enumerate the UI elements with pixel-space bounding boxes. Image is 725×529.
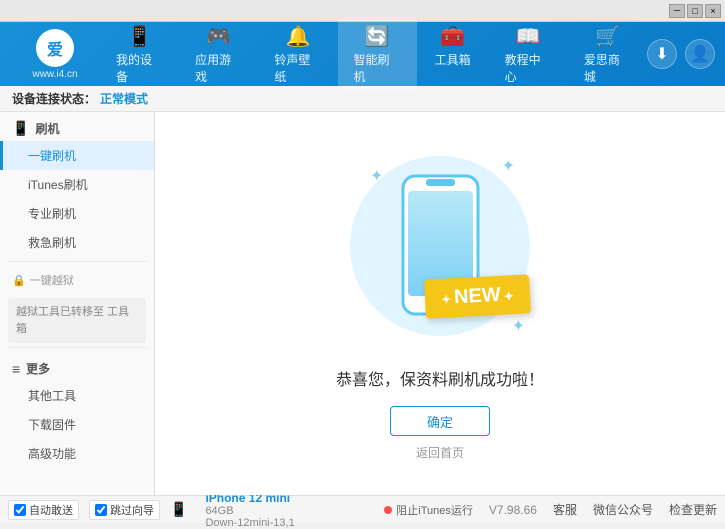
itunes-status: 阻止iTunes运行 [384, 502, 473, 518]
toolbox-icon: 🧰 [440, 24, 465, 49]
check-update-link[interactable]: 检查更新 [669, 501, 717, 518]
ringtone-icon: 🔔 [285, 24, 310, 49]
minimize-button[interactable]: － [669, 4, 685, 18]
download-button[interactable]: ⬇ [647, 39, 677, 69]
close-button[interactable]: × [705, 4, 721, 18]
status-label: 设备连接状态： [12, 90, 96, 107]
nav-item-my-device[interactable]: 📱 我的设备 [100, 18, 179, 91]
device-phone-icon: 📱 [170, 501, 187, 518]
customer-service-link[interactable]: 客服 [553, 501, 577, 518]
sidebar-item-download-firmware[interactable]: 下载固件 [0, 410, 154, 439]
nav-item-brand-store-label: 爱思商城 [584, 51, 631, 85]
itunes-status-dot [384, 506, 392, 514]
sparkle-br-icon: ✦ [512, 316, 525, 336]
auto-launch-label: 自动敢送 [29, 502, 73, 518]
auto-launch-checkbox[interactable] [14, 504, 26, 516]
logo-icon: 爱 [36, 29, 74, 67]
apps-games-icon: 🎮 [206, 24, 231, 49]
nav-right-buttons: ⬇ 👤 [647, 39, 715, 69]
nav-item-my-device-label: 我的设备 [116, 51, 163, 85]
sparkle-tr-icon: ✦ [502, 156, 515, 176]
sidebar-item-one-key-flash[interactable]: 一键刷机 [0, 141, 154, 170]
status-value: 正常模式 [100, 90, 148, 107]
sidebar-item-save-flash[interactable]: 救急刷机 [0, 228, 154, 257]
back-link[interactable]: 返回首页 [416, 444, 464, 461]
bottom-bar: 自动敢送 跳过向导 📱 iPhone 12 mini 64GB Down-12m… [0, 495, 725, 523]
sidebar-section-flash: 📱 刷机 [0, 112, 154, 141]
tutorial-icon: 📖 [516, 24, 541, 49]
sidebar-item-other-tools[interactable]: 其他工具 [0, 381, 154, 410]
logo-area: 爱 www.i4.cn [10, 29, 100, 80]
success-text: 恭喜您，保资料刷机成功啦！ [336, 366, 544, 390]
maximize-button[interactable]: □ [687, 4, 703, 18]
auto-launch-checkbox-label[interactable]: 自动敢送 [8, 500, 79, 520]
divider-1 [8, 261, 146, 262]
sidebar: 📱 刷机 一键刷机 iTunes刷机 专业刷机 救急刷机 🔒 一键越狱 越狱工具… [0, 112, 155, 495]
lock-icon: 🔒 [12, 274, 26, 287]
content-area: ✦ ✦ ✦ [155, 112, 725, 495]
device-storage: 64GB [205, 505, 294, 517]
divider-2 [8, 347, 146, 348]
nav-item-smart-flash-label: 智能刷机 [354, 51, 401, 85]
account-button[interactable]: 👤 [685, 39, 715, 69]
more-section-label: 更多 [26, 360, 50, 377]
nav-item-tutorial-label: 教程中心 [505, 51, 552, 85]
nav-item-apps-games[interactable]: 🎮 应用游戏 [179, 18, 258, 91]
nav-items: 📱 我的设备 🎮 应用游戏 🔔 铃声壁纸 🔄 智能刷机 🧰 工具箱 📖 教程中心… [100, 18, 647, 91]
logo-url: www.i4.cn [32, 69, 77, 80]
flash-section-icon: 📱 [12, 120, 29, 137]
header: 爱 www.i4.cn 📱 我的设备 🎮 应用游戏 🔔 铃声壁纸 🔄 智能刷机 … [0, 22, 725, 86]
sidebar-item-itunes-flash[interactable]: iTunes刷机 [0, 170, 154, 199]
nav-item-brand-store[interactable]: 🛒 爱思商城 [568, 18, 647, 91]
confirm-button[interactable]: 确定 [390, 406, 490, 436]
smart-flash-icon: 🔄 [365, 24, 390, 49]
wechat-public-link[interactable]: 微信公众号 [593, 501, 653, 518]
sidebar-item-advanced[interactable]: 高级功能 [0, 439, 154, 468]
jailbreak-section-label: 一键越狱 [30, 272, 74, 288]
skip-wizard-checkbox-label[interactable]: 跳过向导 [89, 500, 160, 520]
nav-item-tutorial[interactable]: 📖 教程中心 [489, 18, 568, 91]
success-illustration: ✦ ✦ ✦ [340, 146, 540, 346]
version-text: V7.98.66 [489, 503, 537, 517]
main-area: 📱 刷机 一键刷机 iTunes刷机 专业刷机 救急刷机 🔒 一键越狱 越狱工具… [0, 112, 725, 495]
sidebar-item-pro-flash[interactable]: 专业刷机 [0, 199, 154, 228]
flash-section-label: 刷机 [35, 120, 59, 137]
skip-wizard-checkbox[interactable] [95, 504, 107, 516]
jailbreak-notice: 越狱工具已转移至 工具箱 [8, 298, 146, 343]
nav-item-ringtone-label: 铃声壁纸 [274, 51, 321, 85]
more-section-icon: ≡ [12, 361, 20, 377]
nav-item-toolbox-label: 工具箱 [435, 51, 471, 68]
new-badge: NEW [424, 274, 531, 318]
nav-item-toolbox[interactable]: 🧰 工具箱 [417, 18, 489, 91]
nav-item-smart-flash[interactable]: 🔄 智能刷机 [338, 18, 417, 91]
skip-wizard-label: 跳过向导 [110, 502, 154, 518]
nav-item-ringtone[interactable]: 🔔 铃声壁纸 [258, 18, 337, 91]
bottom-right: 阻止iTunes运行 V7.98.66 客服 微信公众号 检查更新 [380, 501, 717, 518]
phone-wrapper: ✦ ✦ ✦ [340, 146, 540, 346]
sidebar-section-jailbreak: 🔒 一键越狱 [0, 266, 154, 294]
my-device-icon: 📱 [127, 24, 152, 49]
nav-item-apps-games-label: 应用游戏 [195, 51, 242, 85]
brand-store-icon: 🛒 [595, 24, 620, 49]
sparkle-tl-icon: ✦ [370, 166, 383, 186]
itunes-status-text: 阻止iTunes运行 [396, 502, 473, 518]
sidebar-section-more: ≡ 更多 [0, 352, 154, 381]
